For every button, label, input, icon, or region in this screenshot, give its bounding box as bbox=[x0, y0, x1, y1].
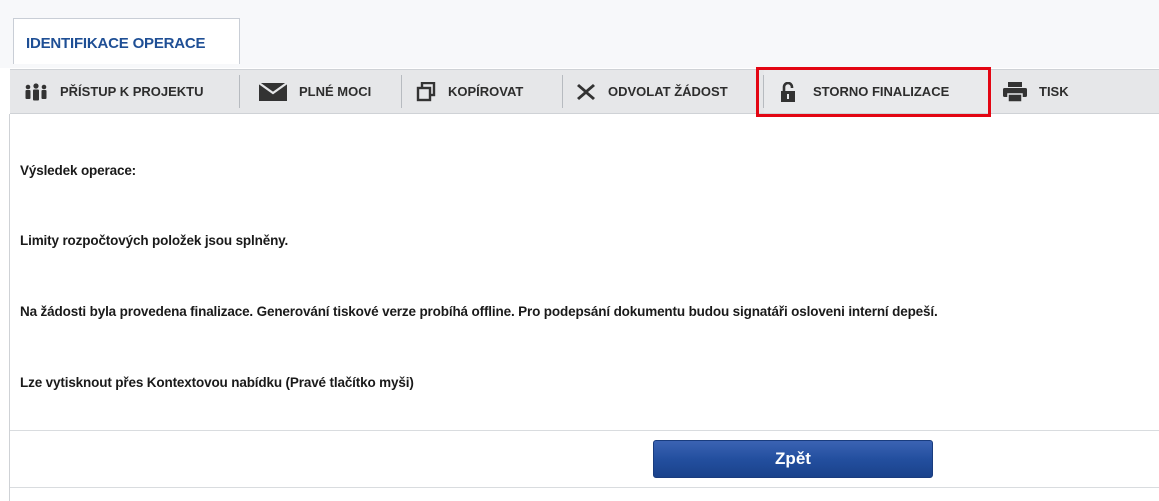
kopirovat-button[interactable]: KOPÍROVAT bbox=[402, 70, 562, 113]
x-icon bbox=[576, 83, 596, 101]
odvolat-zadost-button[interactable]: ODVOLAT ŽÁDOST bbox=[563, 70, 763, 113]
divider-top bbox=[10, 430, 1159, 431]
tisk-button[interactable]: TISK bbox=[993, 70, 1113, 113]
divider-bottom bbox=[10, 487, 1159, 488]
toolbar-item-label: PŘÍSTUP K PROJEKTU bbox=[60, 84, 204, 99]
envelope-icon bbox=[259, 82, 287, 101]
toolbar-item-label: TISK bbox=[1039, 84, 1069, 99]
people-icon bbox=[24, 82, 48, 101]
print-hint-message: Lze vytisknout přes Kontextovou nabídku … bbox=[20, 375, 414, 390]
printer-icon bbox=[1003, 81, 1027, 102]
tab-label: IDENTIFIKACE OPERACE bbox=[26, 35, 206, 52]
budget-limits-message: Limity rozpočtových položek jsou splněny… bbox=[20, 233, 289, 248]
tab-identifikace-operace[interactable]: IDENTIFIKACE OPERACE bbox=[13, 18, 240, 64]
back-button[interactable]: Zpět bbox=[653, 440, 933, 478]
pristup-k-projektu-button[interactable]: PŘÍSTUP K PROJEKTU bbox=[10, 70, 235, 113]
toolbar: PŘÍSTUP K PROJEKTU PLNÉ MOCI KOPÍROVAT O… bbox=[10, 69, 1159, 114]
storno-finalizace-button[interactable]: STORNO FINALIZACE bbox=[764, 70, 992, 113]
toolbar-item-label: KOPÍROVAT bbox=[448, 84, 524, 99]
finalization-message: Na žádosti byla provedena finalizace. Ge… bbox=[20, 304, 938, 319]
unlock-icon bbox=[781, 81, 795, 102]
toolbar-item-label: STORNO FINALIZACE bbox=[813, 84, 950, 99]
result-heading: Výsledek operace: bbox=[20, 163, 137, 178]
toolbar-item-label: ODVOLAT ŽÁDOST bbox=[608, 84, 728, 99]
plne-moci-button[interactable]: PLNÉ MOCI bbox=[240, 70, 400, 113]
toolbar-item-label: PLNÉ MOCI bbox=[299, 84, 372, 99]
copy-icon bbox=[416, 81, 436, 102]
content-border bbox=[9, 114, 10, 501]
